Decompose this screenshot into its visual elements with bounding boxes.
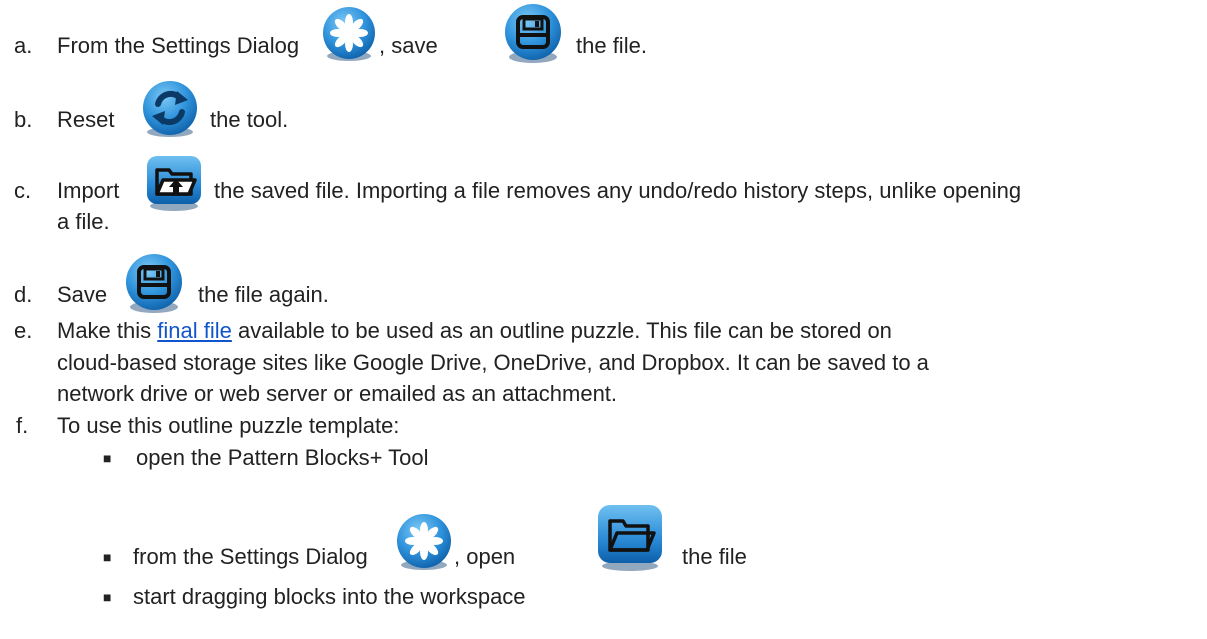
refresh-icon[interactable] <box>140 80 200 140</box>
gear-icon[interactable] <box>394 513 454 573</box>
step-text: network drive or web server or emailed a… <box>57 381 618 406</box>
floppy-disk-icon[interactable] <box>123 253 185 315</box>
step-text: , save <box>379 33 438 58</box>
step-text: a file. <box>57 209 110 234</box>
gear-icon[interactable] <box>320 6 378 64</box>
step-text: To use this outline puzzle template: <box>57 413 400 438</box>
folder-open-icon[interactable] <box>596 503 664 573</box>
step-text: the file again. <box>198 282 329 307</box>
folder-import-icon[interactable] <box>145 154 203 212</box>
step-marker: d. <box>14 282 33 307</box>
step-text: the saved file. Importing a file removes… <box>214 178 1022 203</box>
step-text: From the Settings Dialog <box>57 33 300 58</box>
step-marker: f. <box>16 413 29 438</box>
subitem-text: open the Pattern Blocks+ Tool <box>136 445 429 470</box>
bullet-marker: ■ <box>103 549 112 565</box>
subitem-text: the file <box>682 544 747 569</box>
step-text: Import <box>57 178 120 203</box>
step-marker: a. <box>14 33 33 58</box>
subitem-text: , open <box>454 544 516 569</box>
step-marker: c. <box>14 178 32 203</box>
step-text: available to be used as an outline puzzl… <box>238 318 892 343</box>
subitem-text: start dragging blocks into the workspace <box>133 584 526 609</box>
final-file-link[interactable]: final file <box>157 318 232 343</box>
step-text: Save <box>57 282 108 307</box>
step-text-line: Make this final file available to be use… <box>57 318 892 344</box>
step-text: Reset <box>57 107 115 132</box>
step-marker: e. <box>14 318 33 343</box>
floppy-disk-icon[interactable] <box>502 3 564 65</box>
step-text: cloud-based storage sites like Google Dr… <box>57 350 929 375</box>
bullet-marker: ■ <box>103 450 112 466</box>
subitem-text: from the Settings Dialog <box>133 544 368 569</box>
step-text: the file. <box>576 33 647 58</box>
bullet-marker: ■ <box>103 589 112 605</box>
step-text: Make this <box>57 318 152 343</box>
step-text: the tool. <box>210 107 289 132</box>
step-marker: b. <box>14 107 33 132</box>
